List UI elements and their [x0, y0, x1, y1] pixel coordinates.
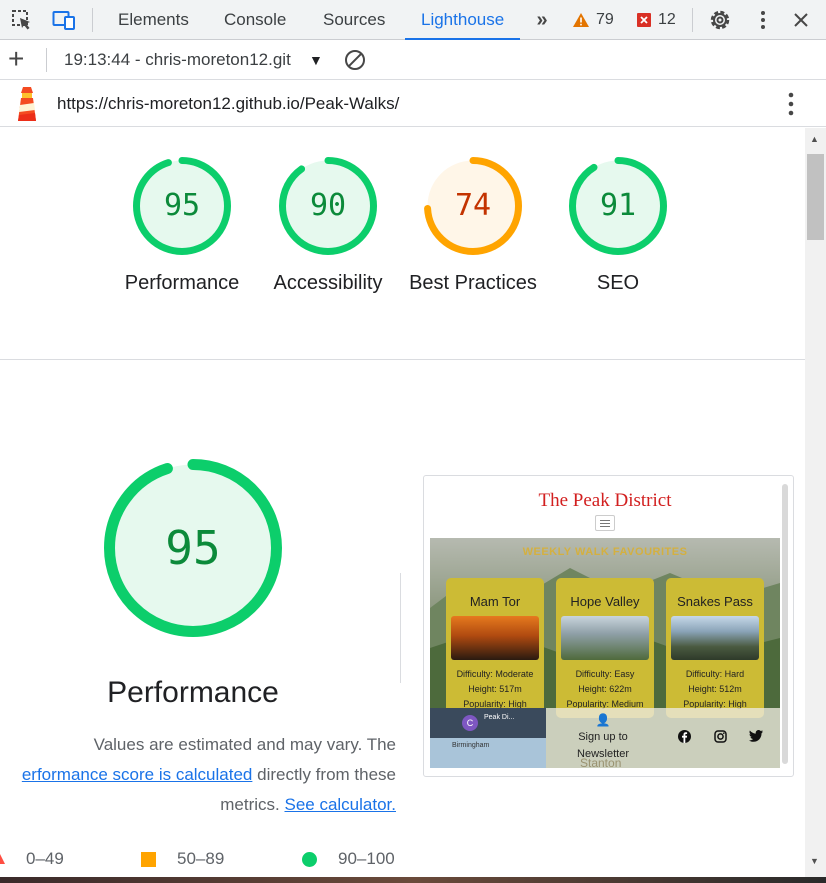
gauge-score-value: 90	[309, 188, 347, 223]
report-select[interactable]: 19:13:44 - chris-moreton12.git	[64, 50, 291, 70]
performance-section-title: Performance	[107, 676, 279, 709]
dropdown-caret-icon[interactable]: ▼	[309, 52, 323, 68]
legend-range: 50–89	[177, 849, 225, 868]
score-gauge-best-practices[interactable]: 74	[423, 156, 523, 256]
report-url: https://chris-moreton12.github.io/Peak-W…	[57, 94, 400, 113]
gauge-label-best-practices[interactable]: Best Practices	[398, 268, 548, 298]
walk-card: Hope Valley Difficulty: Easy Height: 622…	[556, 578, 654, 718]
tab-console[interactable]: Console	[210, 0, 300, 40]
map-header: C Peak Di...	[430, 708, 546, 738]
report-selector-bar: + 19:13:44 - chris-moreton12.git ▼	[0, 40, 826, 80]
kebab-menu-icon[interactable]	[750, 8, 776, 32]
score-gauge-accessibility[interactable]: 90	[278, 156, 378, 256]
walk-name: Hope Valley	[570, 594, 640, 609]
walk-photo	[671, 616, 759, 660]
walk-card: Mam Tor Difficulty: Moderate Height: 517…	[446, 578, 544, 718]
performance-description: Values are estimated and may vary. The e…	[0, 730, 396, 820]
instagram-icon	[714, 730, 727, 746]
add-person-icon: 👤	[595, 713, 611, 727]
signup-line: Sign up to	[578, 731, 628, 743]
toolbar-separator	[692, 8, 693, 32]
toolbar-separator	[46, 48, 47, 72]
tab-lighthouse[interactable]: Lighthouse	[405, 0, 521, 40]
error-icon	[637, 13, 651, 27]
walk-height: Height: 517m	[468, 684, 522, 694]
errors-badge[interactable]: 12	[636, 0, 676, 40]
panel-scrollbar[interactable]: ▲ ▼	[805, 128, 826, 883]
legend-item-pass: 90–100	[302, 848, 395, 870]
score-gauge-seo[interactable]: 91	[568, 156, 668, 256]
gauge-label-performance[interactable]: Performance	[107, 268, 257, 298]
walk-height: Height: 512m	[688, 684, 742, 694]
square-icon	[141, 851, 156, 867]
scroll-down-arrow-icon[interactable]: ▼	[810, 856, 819, 866]
scrollbar-thumb[interactable]	[807, 154, 824, 240]
performance-large-score: 95	[165, 521, 221, 575]
vertical-divider	[400, 573, 401, 683]
lighthouse-logo-icon	[14, 85, 40, 123]
toolbar-separator	[92, 8, 93, 32]
settings-gear-icon[interactable]	[707, 8, 733, 32]
walk-photo	[451, 616, 539, 660]
lighthouse-report: 95 90 74 91 Performance Accessibility Be…	[0, 128, 805, 883]
hamburger-menu-icon	[595, 515, 615, 531]
triangle-icon	[0, 854, 5, 864]
new-report-plus-icon[interactable]: +	[8, 45, 24, 73]
walk-height: Height: 622m	[578, 684, 632, 694]
walk-photo	[561, 616, 649, 660]
score-gauge-performance[interactable]: 95	[132, 156, 232, 256]
more-tabs-icon[interactable]: »	[529, 8, 555, 32]
embedded-map: C Peak Di... Birmingham	[430, 708, 546, 768]
description-text: Values are estimated and may vary. The	[93, 735, 396, 754]
warnings-badge[interactable]: 79	[572, 0, 614, 40]
gauge-label-seo[interactable]: SEO	[543, 268, 693, 298]
walk-difficulty: Difficulty: Easy	[575, 669, 635, 679]
site-title: The Peak District	[538, 490, 672, 511]
report-url-bar: https://chris-moreton12.github.io/Peak-W…	[0, 80, 826, 127]
report-menu-icon[interactable]	[782, 90, 800, 118]
map-city-label: Birmingham	[452, 742, 490, 749]
clear-reports-icon[interactable]	[344, 49, 366, 71]
gauge-score-value: 74	[454, 188, 492, 223]
tab-elements[interactable]: Elements	[104, 0, 203, 40]
section-heading: WEEKLY WALK FAVOURITES	[522, 546, 688, 558]
warnings-count: 79	[596, 11, 614, 28]
gauge-score-value: 91	[599, 188, 637, 223]
walk-name: Mam Tor	[469, 594, 521, 609]
inspect-element-icon[interactable]	[9, 8, 35, 32]
walk-card: Snakes Pass Difficulty: Hard Height: 512…	[666, 578, 764, 718]
facebook-icon	[678, 730, 691, 746]
performance-score-calculation-link[interactable]: erformance score is calculated	[22, 765, 253, 784]
scroll-up-arrow-icon[interactable]: ▲	[810, 134, 819, 144]
gauge-label-accessibility[interactable]: Accessibility	[253, 268, 403, 298]
walk-name: Snakes Pass	[677, 594, 753, 609]
legend-item-fail: 0–49	[0, 848, 64, 870]
legend-range: 0–49	[26, 849, 64, 868]
section-divider	[0, 359, 805, 360]
device-toolbar-icon[interactable]	[51, 8, 77, 32]
taskbar-edge	[0, 877, 826, 883]
warning-icon	[573, 13, 589, 27]
gauge-score-value: 95	[163, 188, 201, 223]
background-text: Stanton	[580, 756, 622, 768]
final-screenshot[interactable]: The Peak District WEEKLY WALK FAVOURITES…	[423, 475, 794, 777]
map-avatar: C	[462, 715, 478, 731]
twitter-icon	[749, 730, 763, 745]
legend-range: 90–100	[338, 849, 395, 868]
screenshot-page: The Peak District WEEKLY WALK FAVOURITES…	[430, 482, 780, 768]
errors-count: 12	[658, 11, 676, 28]
legend-item-average: 50–89	[141, 848, 224, 870]
close-icon[interactable]	[788, 8, 814, 32]
tab-sources[interactable]: Sources	[309, 0, 399, 40]
circle-icon	[302, 851, 317, 867]
screenshot-scrollbar	[782, 484, 788, 764]
map-title: Peak Di...	[484, 714, 515, 721]
walk-difficulty: Difficulty: Hard	[685, 669, 745, 679]
walk-difficulty: Difficulty: Moderate	[456, 669, 534, 679]
see-calculator-link[interactable]: See calculator.	[284, 795, 396, 814]
devtools-tabbar: Elements Console Sources Lighthouse » 79…	[0, 0, 826, 40]
